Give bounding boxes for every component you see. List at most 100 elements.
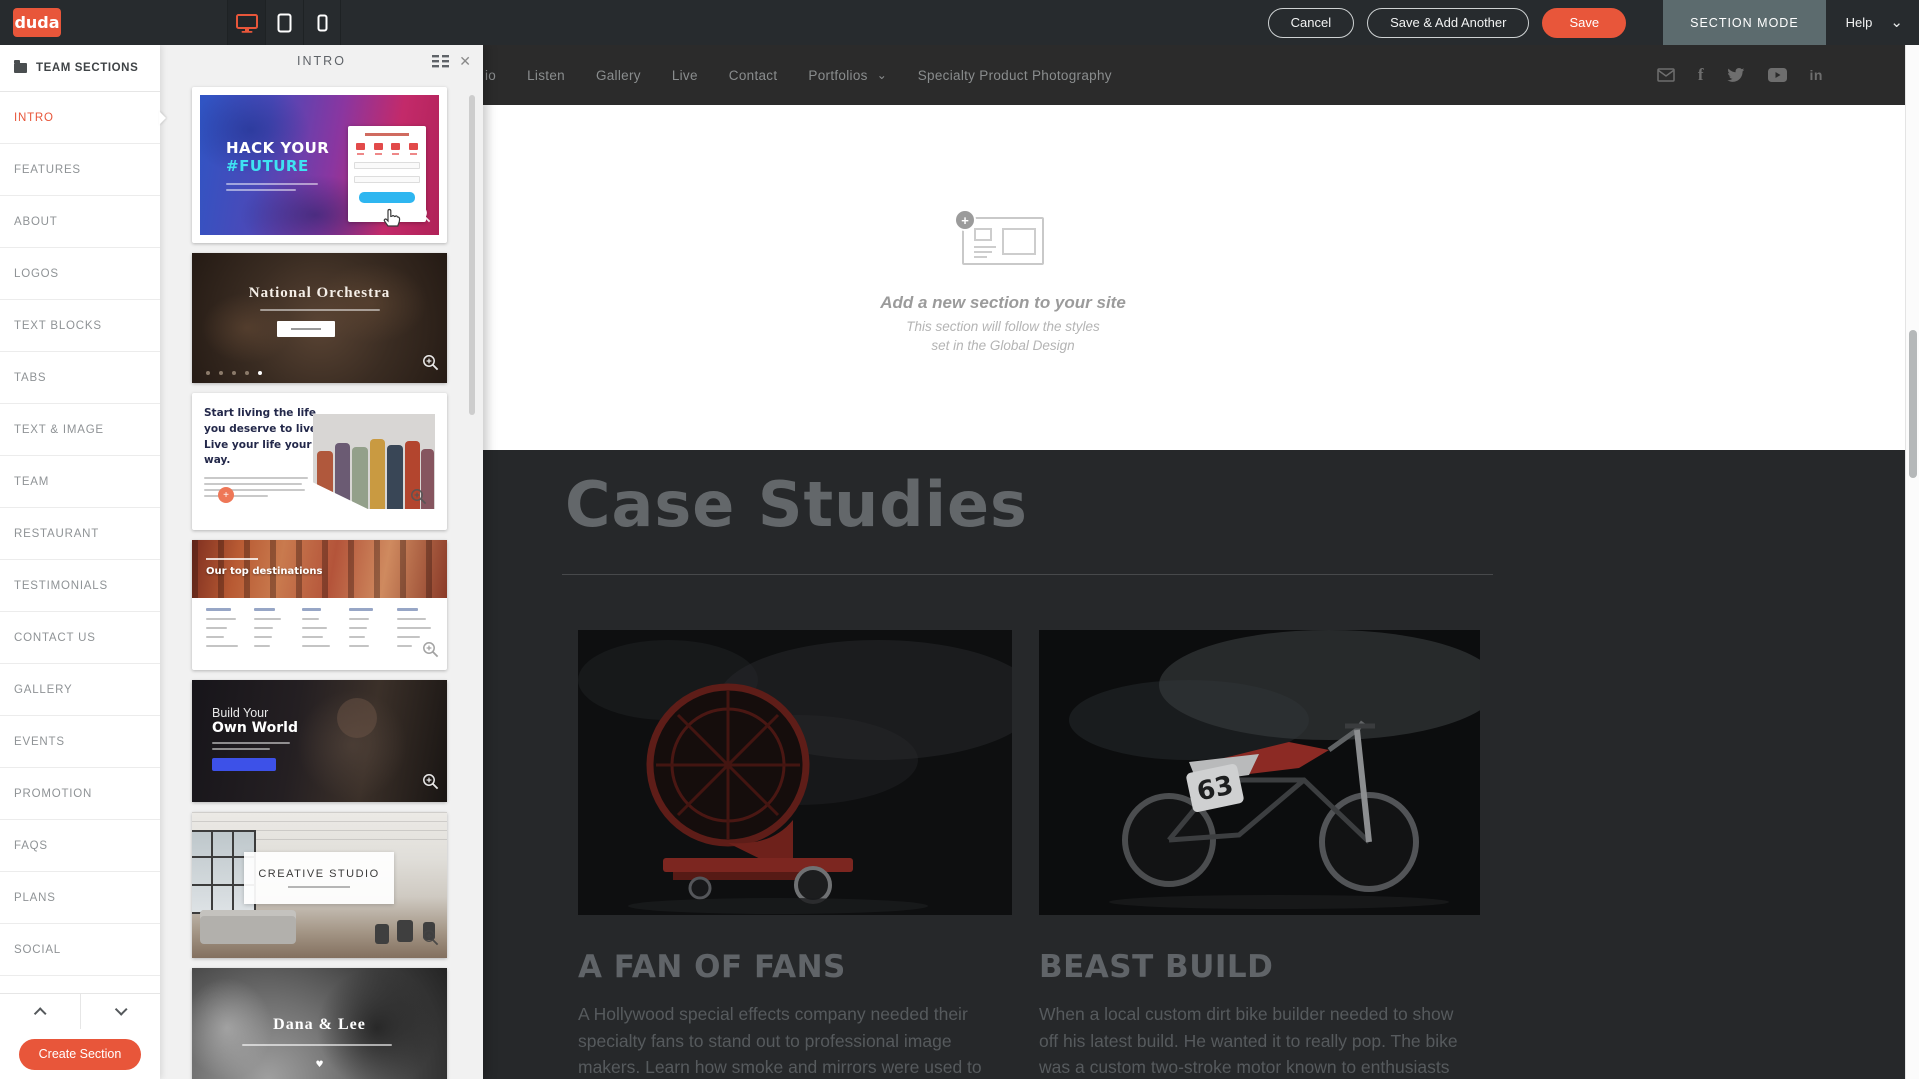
linkedin-icon[interactable]: in	[1810, 67, 1823, 83]
zoom-in-icon[interactable]	[422, 929, 440, 952]
sidebar-item-text-image[interactable]: TEXT & IMAGE	[0, 404, 160, 456]
template-thumb-creative-studio[interactable]: CREATIVE STUDIO	[192, 812, 447, 958]
zoom-in-icon[interactable]	[422, 354, 440, 377]
sidebar-pager	[0, 993, 160, 1029]
case-study-cards: A FAN OF FANS A Hollywood special effect…	[578, 630, 1480, 1079]
panel-header: INTRO ✕	[160, 45, 483, 77]
template-thumb-top-destinations[interactable]: Our top destinations	[192, 540, 447, 670]
section-wireframe-icon: +	[962, 217, 1044, 265]
template-thumb-hack-your-future[interactable]: HACK YOUR #FUTURE	[192, 87, 447, 243]
duda-logo[interactable]: duda	[13, 8, 61, 37]
street-photo: Our top destinations	[192, 540, 447, 598]
sidebar-item-testimonials[interactable]: TESTIMONIALS	[0, 560, 160, 612]
thumb-title: Start living the life you deserve to liv…	[204, 406, 332, 469]
sidebar-item-logos[interactable]: LOGOS	[0, 248, 160, 300]
sidebar-item-about[interactable]: ABOUT	[0, 196, 160, 248]
scroll-down-button[interactable]	[80, 994, 161, 1029]
sidebar-item-features[interactable]: FEATURES	[0, 144, 160, 196]
close-icon[interactable]: ✕	[459, 54, 473, 68]
sidebar-item-plans[interactable]: PLANS	[0, 872, 160, 924]
cancel-button[interactable]: Cancel	[1268, 8, 1354, 38]
mobile-preview-button[interactable]	[303, 0, 341, 45]
case-card-text: When a local custom dirt bike builder ne…	[1039, 1001, 1469, 1079]
case-card-title: BEAST BUILD	[1039, 949, 1480, 985]
site-body: + Add a new section to your site This se…	[483, 105, 1919, 450]
site-nav-bar: io Listen Gallery Live Contact Portfolio…	[483, 45, 1919, 105]
nav-item-gallery[interactable]: Gallery	[596, 68, 641, 83]
social-links: f in	[1657, 45, 1823, 105]
nav-item-listen[interactable]: Listen	[527, 68, 565, 83]
add-section-placeholder[interactable]: + Add a new section to your site This se…	[843, 217, 1163, 354]
template-thumb-national-orchestra[interactable]: National Orchestra	[192, 253, 447, 383]
nav-item-io[interactable]: io	[485, 68, 496, 83]
tablet-icon	[277, 13, 292, 33]
orange-cta-button: +	[218, 487, 234, 503]
nav-item-contact[interactable]: Contact	[729, 68, 778, 83]
nav-item-portfolios[interactable]: Portfolios	[808, 68, 867, 83]
create-section-button[interactable]: Create Section	[19, 1039, 142, 1070]
thumb-title: HACK YOUR	[226, 139, 329, 157]
save-button[interactable]: Save	[1542, 8, 1626, 38]
nav-item-specialty[interactable]: Specialty Product Photography	[918, 68, 1112, 83]
thumb-title: Build Your	[212, 706, 298, 720]
page-scrollbar[interactable]	[1905, 45, 1919, 1079]
sidebar-item-text-blocks[interactable]: TEXT BLOCKS	[0, 300, 160, 352]
panel-scrollbar[interactable]	[469, 95, 475, 415]
zoom-in-icon[interactable]	[414, 206, 432, 229]
scrollbar-thumb[interactable]	[1909, 330, 1917, 478]
hand-cursor-icon	[380, 205, 402, 234]
sidebar-item-contact-us[interactable]: CONTACT US	[0, 612, 160, 664]
sidebar-item-tabs[interactable]: TABS	[0, 352, 160, 404]
scroll-up-button[interactable]	[0, 994, 80, 1029]
case-card-text: A Hollywood special effects company need…	[578, 1001, 1008, 1079]
email-icon[interactable]	[1657, 68, 1675, 82]
zoom-in-icon[interactable]	[422, 773, 440, 796]
desktop-icon	[235, 13, 259, 33]
top-bar: duda Cancel Save & Add Another Save SECT…	[0, 0, 1919, 45]
case-studies-section: Case Studies	[483, 450, 1919, 1079]
sidebar-item-promotion[interactable]: PROMOTION	[0, 768, 160, 820]
placeholder-subtitle-line2: set in the Global Design	[843, 339, 1163, 354]
case-card-fan: A FAN OF FANS A Hollywood special effect…	[578, 630, 1012, 1079]
tablet-preview-button[interactable]	[265, 0, 303, 45]
sidebar-item-intro[interactable]: INTRO	[0, 92, 160, 144]
twitter-icon[interactable]	[1727, 67, 1745, 83]
nav-item-live[interactable]: Live	[672, 68, 698, 83]
grid-view-icon[interactable]	[432, 55, 449, 68]
sidebar-item-social[interactable]: SOCIAL	[0, 924, 160, 976]
case-studies-heading: Case Studies	[565, 468, 1028, 541]
sidebar-header-label: TEAM SECTIONS	[36, 62, 138, 74]
template-thumb-build-your-own-world[interactable]: Build Your Own World	[192, 680, 447, 802]
sidebar-item-faqs[interactable]: FAQS	[0, 820, 160, 872]
desktop-preview-button[interactable]	[227, 0, 265, 45]
dirt-bike-image: 63	[1039, 630, 1480, 915]
placeholder-subtitle-line1: This section will follow the styles	[843, 320, 1163, 335]
site-nav-items: io Listen Gallery Live Contact Portfolio…	[483, 68, 1112, 83]
section-mode-badge: SECTION MODE	[1663, 0, 1826, 45]
template-thumbnails: HACK YOUR #FUTURE	[192, 87, 447, 1079]
facebook-icon[interactable]: f	[1698, 65, 1704, 85]
template-thumb-start-living[interactable]: Start living the life you deserve to liv…	[192, 393, 447, 530]
folder-icon	[14, 63, 27, 73]
help-button[interactable]: Help	[1846, 15, 1873, 30]
chevron-down-icon[interactable]: ⌄	[1890, 15, 1903, 30]
white-cta-button	[277, 321, 335, 337]
save-add-another-button[interactable]: Save & Add Another	[1367, 8, 1529, 38]
thumb-title: CREATIVE STUDIO	[258, 868, 379, 880]
sidebar-header: TEAM SECTIONS	[0, 45, 160, 92]
zoom-in-icon[interactable]	[422, 641, 440, 664]
template-thumb-dana-and-lee[interactable]: Dana & Lee ♥	[192, 968, 447, 1079]
topbar-actions: Cancel Save & Add Another Save SECTION M…	[1268, 0, 1919, 45]
youtube-icon[interactable]	[1768, 68, 1787, 82]
divider	[562, 574, 1493, 575]
sidebar-item-restaurant[interactable]: RESTAURANT	[0, 508, 160, 560]
sidebar-item-team[interactable]: TEAM	[0, 456, 160, 508]
carousel-dots	[206, 371, 262, 375]
thumb-subtitle: #FUTURE	[226, 157, 329, 175]
sidebar-footer: Create Section	[0, 993, 160, 1079]
sidebar-item-gallery[interactable]: GALLERY	[0, 664, 160, 716]
sidebar-item-events[interactable]: EVENTS	[0, 716, 160, 768]
zoom-in-icon[interactable]	[410, 488, 428, 511]
mobile-icon	[317, 14, 328, 32]
site-canvas: io Listen Gallery Live Contact Portfolio…	[483, 45, 1919, 1079]
